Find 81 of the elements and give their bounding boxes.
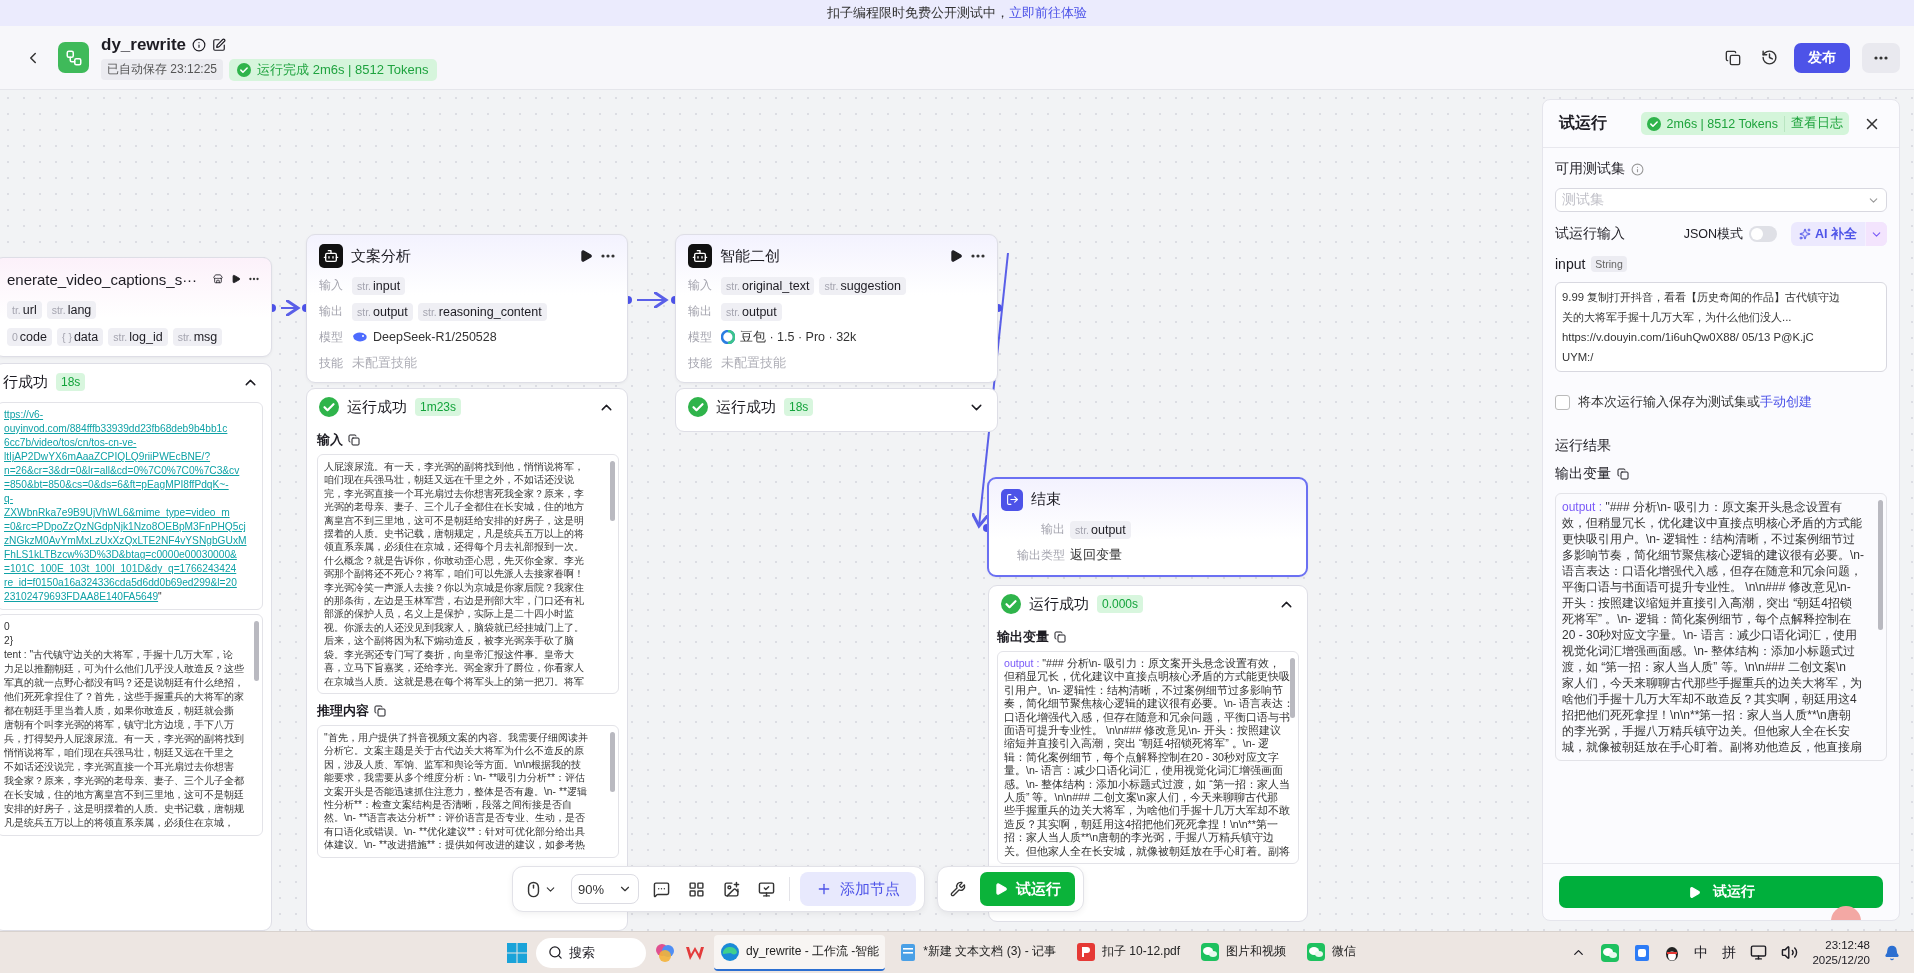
variable-tag: str. output	[1070, 520, 1131, 539]
variable-tag: str. lang	[46, 300, 97, 319]
create-link[interactable]: 手动创建	[1760, 395, 1812, 409]
workflow-node[interactable]: 结束 输出 str. output 输出类型 返回变量	[987, 477, 1308, 577]
duration-badge: 1m23s	[415, 398, 462, 416]
panel-title: 试运行	[1559, 113, 1607, 133]
clock-date[interactable]: 2025/12/20	[1812, 952, 1870, 968]
field-label: 输入	[688, 277, 713, 295]
input-field[interactable]: 9.99 复制打开抖音，看看【历史奇闻的作品】古代镇守边 关的大将军手握十几万大军，为什么他们没人... https://v.douyin.com/1i6uhQw0X88/ 05/13 P@K.jC UYM:/	[1555, 282, 1887, 372]
type-tag: String	[1591, 256, 1627, 272]
variable-tag: str. output	[352, 302, 413, 321]
add-node-button[interactable]: 添加节点	[800, 872, 916, 906]
variable-tag: tr. url	[7, 300, 42, 319]
publish-button[interactable]: 发布	[1794, 42, 1850, 73]
input-method-indicator[interactable]: 拼	[1722, 943, 1737, 962]
zoom-select[interactable]: 90%	[571, 874, 639, 904]
field-label: 技能	[688, 354, 713, 372]
skill-value: 未配置技能	[721, 354, 786, 372]
output-text: output : "### 分析\n- 吸引力：原文案开头悬念设置有效， 但稍显冗长，优化建议中直接点明核心矛盾的方式能更快吸 引用户。\n- 逻辑性：结构清晰，不过案例细节过多影响节 奏，简化细节聚焦核心逻辑的建议很有必要。\n- 语言表达： 口语化增强代入感，但存在随意和冗余问题，平衡口语与书 面语可提升专业性。 \n\n### 修改意见\n- 开头：按照建议 缩短并直接引入高潮，突出 “朝廷4招锁死将军” 。\n- 逻 辑：简化案例细节，每个点解释控制在20 - 30秒对应文字 量。\n- 语言：减少口语化词汇，使用视觉化词汇增强画面 感。\n- 整体结构：添加小标题式过渡，如 “第一招：家人当 人质” 等。\n\n### 二创文案\n家人们，今天来聊聊古代那 些手握重兵的边关大将军，为啥他们手握十几万大军却不敢 造反？其实啊，朝廷用这4招把他们死死拿捏！\n\n**第一 招：家人当人质**\n唐朝的李光弼，手握八万精兵镇守边 关。但他家人全在长安城，就像被朝廷放在手心盯着。副将	[1004, 657, 1288, 859]
save-option-text: 将本次运行输入保存为测试集或手动创建	[1578, 394, 1812, 411]
output-text: output : "### 分析\n- 吸引力：原文案开头悬念设置有 效，但稍显冗长，优化建议中直接点明核心矛盾的方式能 更快吸引用户。\n- 逻辑性：结构清晰，不过案例细节过 多影响节奏，简化细节聚焦核心逻辑的建议很有必要。\n- 语言表达：口语化增强代入感，但存在随意和冗余问题， 平衡口语与书面语可提升专业性。 \n\n### 修改意见\n- 开头：按照建议缩短并直接引入高潮，突出 “朝廷4招锁 死将军” 。\n- 逻辑：简化案例细节，每个点解释控制在 20 - 30秒对应文字量。\n- 语言：减少口语化词汇，使用 视觉化词汇增强画面感。\n- 整体结构：添加小标题式过 渡，如 “第一招：家人当人质” 等。\n\n### 二创文案\n 家人们，今天来聊聊古代那些手握重兵的边关大将军，为 啥他们手握十几万大军却不敢造反？其实啊，朝廷用这4 招把他们死死拿捏！\n\n**第一招：家人当人质**\n唐朝 的李光弼，手握八万精兵镇守边关。但他家人全在长安 城，就像被朝廷放在手心盯着。副将劝他造反，他直接扇	[1562, 499, 1865, 755]
field-label: 输出	[1040, 521, 1065, 539]
taskbar-app[interactable]: 图片和视频	[1194, 934, 1293, 971]
autosave-label: 已自动保存 23:12:25	[101, 59, 224, 80]
skill-value: 未配置技能	[352, 354, 417, 372]
variable-tag: str. msg	[172, 327, 223, 346]
clock-time[interactable]: 23:12:48	[1825, 937, 1870, 953]
variable-tag: str. original_text	[721, 276, 815, 295]
taskbar-app[interactable]: dy_rewrite - 工作流 -智能	[714, 934, 886, 971]
output-type-value: 返回变量	[1070, 547, 1122, 565]
variable-tag: str. output	[721, 302, 782, 321]
field-label: 输出	[319, 303, 344, 321]
section-label: 输出变量	[1555, 465, 1611, 483]
duration-badge: 18s	[56, 373, 86, 391]
run-summary-text: 2m6s | 8512 Tokens	[1666, 116, 1778, 131]
variable-tag: { } data	[56, 327, 104, 346]
switch-label: JSON模式	[1683, 225, 1743, 243]
section-label: 推理内容	[317, 701, 369, 720]
run-status: 运行成功	[716, 397, 776, 417]
workflow-node[interactable]: 文案分析 输入 str. input 输出 str. output str. reasoning_content 模型 DeepSeek-R1/250528 技能 未配置技能	[306, 234, 628, 383]
output-text: 0 2} tent : "古代镇守边关的大将军，手握十几万大军，论 力足以推翻朝廷，可为什么他们几乎没人敢造反？这些 军真的就一点野心都没有吗？还是说朝廷有什么绝招， 他们死死拿捏住了？首先，这些手握重兵的大将军的家 都在朝廷手里当着人质，如果你敢造反，朝廷就会撕 唐朝有个叫李光弼的将军，镇守北方边境，手下八万 兵，打得契丹人屁滚尿流。有一天，李光弼的副将找到 悄悄说将军，咱们现在兵强马壮，朝廷又远在千里之 不如话还没说完，李光弼直接一个耳光扇过去你想害 我全家？原来，李光弼的老母亲、妻子、三个儿子全都 在长安城，住的地方离皇宫不到三里地，这可不是朝廷 安排的好房子，这是明摆着的人质。史书记载，唐朝规 凡是统兵五万以上的将领直系亲属，必须住在京城，	[4, 620, 245, 830]
section-label: 输入	[317, 431, 343, 449]
variable-tag: str. suggestion	[819, 276, 906, 295]
variable-tag: str. reasoning_content	[417, 302, 547, 321]
field-label: 模型	[319, 328, 344, 346]
section-label: 可用测试集	[1555, 160, 1625, 178]
taskbar-app[interactable]: 微信	[1300, 934, 1363, 971]
model-name: 豆包 · 1.5 · Pro · 32k	[740, 328, 857, 346]
run-status: 运行成功	[347, 397, 407, 417]
field-label: 输出	[688, 303, 713, 321]
output-text: "首先，用户提供了抖音视频文案的内容。我需要仔细阅读并 分析它。文案主题是关于古代边关大将军为什么不造反的原 因，涉及人质、军饷、监军和舆论等方面。\n\n根据我的技 能要求，我需要从多个维度分析：\n- **吸引力分析**：评估 文案开头是否能迅速抓住注意力，整体是否有趣。\n- **逻辑 性分析**：检查文案结构是否清晰，段落之间衔接是否自 然。\n- **语言表达分析**：评价语言是否专业、生动，是否 有口语化或错误。\n- **优化建议**：针对可优化部分给出具 体建议。\n- **改进措施**：提供如何改进的建议，如参考热	[324, 730, 589, 852]
node-title: enerate_video_captions_s···	[7, 270, 198, 288]
field-label: 模型	[688, 328, 713, 346]
banner-text: 扣子编程限时免费公开测试中，	[827, 4, 1009, 22]
section-label: 输出变量	[997, 628, 1049, 646]
variable-tag: str. log_id	[108, 327, 168, 346]
search-field[interactable]: 搜索	[536, 937, 646, 968]
output-text: 人屁滚尿流。有一天，李光弼的副将找到他，悄悄说将军， 咱们现在兵强马壮，朝廷又远在千里之外，不如话还没说 完，李光弼直接一个耳光扇过去你想害死我全家？原来，李 光弼的老母亲、妻子、三个儿子全都住在长安城，住的地方 离皇宫不到三里地，这可不是朝廷给安排的好房子，这是明 摆着的人质。史书记载，唐朝规定，凡是统兵五万以上的将 领直系亲属，必须住在京城，还得每个月去礼部报到一次。 什么概念？就是告诉你，你敢动歪心思，先灭你全家。李光 弼那个副将还不死心？将军，咱们可以先派人去接家眷啊！ 李光弼冷笑一声派人去接？你以为京城是你家后院？我家住 的那条街，左边是玉林军营，右边是刑部大牢，门口还有礼 部派的保护人员，名义上是保护，实际上是二十四小时监 视。你派去的人还没见到我家人，脑袋就已经挂城门上了。 后来，这个副将因为私下煽动造反，被李光弼亲手砍了脑 袋。李光弼还专门写了奏折，向皇帝汇报这件事。皇帝大 喜，立马下旨嘉奖，还给李光。弼全家升了爵位，你看家人 在京城当人质。这就是悬在每个将军头上的第一把刀。将军	[324, 460, 585, 688]
field-label: 输出类型	[1016, 547, 1065, 565]
run-status-text: 运行完成 2m6s | 8512 Tokens	[257, 60, 429, 79]
duration-badge: 18s	[784, 398, 814, 416]
taskbar-app[interactable]: *新建 文本文档 (3) - 记事	[893, 934, 1063, 971]
model-name: DeepSeek-R1/250528	[373, 330, 497, 345]
field-label: 技能	[319, 354, 344, 372]
app-title: dy_rewrite	[101, 34, 187, 55]
node-title: 智能二创	[720, 246, 780, 266]
section-label: 运行结果	[1555, 437, 1612, 455]
field-name: input	[1555, 256, 1586, 272]
taskbar-app[interactable]: 扣子 10-12.pdf	[1070, 934, 1187, 971]
banner-link[interactable]: 立即前往体验	[1009, 4, 1087, 22]
section-label: 试运行输入	[1555, 225, 1625, 243]
variable-tag: str. input	[352, 276, 406, 295]
input-method-indicator[interactable]: 中	[1694, 943, 1709, 962]
run-status: 行成功	[3, 372, 48, 392]
variable-tag: 0 code	[7, 327, 52, 346]
duration-badge: 0.000s	[1097, 595, 1144, 613]
field-label: 输入	[319, 277, 344, 295]
node-title: 结束	[1031, 490, 1061, 510]
run-status: 运行成功	[1029, 594, 1089, 614]
workflow-node[interactable]: enerate_video_captions_s··· tr. url str. lang 0 code { } data str. log_id str. msg	[0, 257, 272, 357]
node-title: 文案分析	[351, 246, 411, 266]
